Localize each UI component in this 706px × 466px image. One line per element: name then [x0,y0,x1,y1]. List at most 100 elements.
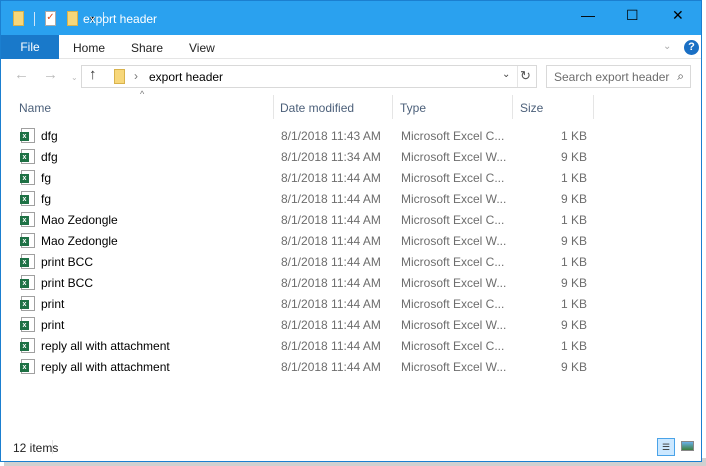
file-date: 8/1/2018 11:44 AM [281,213,381,227]
excel-csv-file-icon: x [20,296,35,311]
file-type: Microsoft Excel W... [401,150,507,164]
help-icon[interactable]: ? [684,40,699,55]
file-name: print [41,297,65,311]
tab-file[interactable]: File [1,35,59,59]
file-date: 8/1/2018 11:44 AM [281,234,381,248]
expand-ribbon-icon[interactable]: ⌄ [663,41,671,52]
excel-xlsx-file-icon: x [20,149,35,164]
file-size: 9 KB [560,192,587,206]
file-name: print BCC [41,276,94,290]
tab-view[interactable]: View [189,41,215,55]
excel-csv-file-icon: x [20,338,35,353]
details-view-button[interactable]: ☰ [657,438,675,456]
column-divider[interactable] [593,95,594,119]
file-row[interactable]: x fg 8/1/2018 11:44 AM Microsoft Excel C… [19,168,599,189]
column-header-type[interactable]: Type [400,101,426,115]
file-size: 9 KB [560,150,587,164]
file-name: dfg [41,150,58,164]
file-type: Microsoft Excel W... [401,192,507,206]
file-type: Microsoft Excel W... [401,234,507,248]
excel-xlsx-file-icon: x [20,191,35,206]
excel-csv-file-icon: x [20,128,35,143]
file-size: 9 KB [560,318,587,332]
properties-icon[interactable]: ✓ [45,11,56,26]
folder-icon [114,69,125,84]
file-type: Microsoft Excel W... [401,276,507,290]
new-folder-icon[interactable] [67,11,78,26]
column-divider[interactable] [392,95,393,119]
close-button[interactable]: ✕ [672,7,684,24]
file-row[interactable]: x print BCC 8/1/2018 11:44 AM Microsoft … [19,273,599,294]
window-title: export header [83,12,158,26]
sort-ascending-icon: ^ [140,89,145,99]
file-date: 8/1/2018 11:43 AM [281,129,381,143]
divider [34,12,35,26]
file-row[interactable]: x Mao Zedongle 8/1/2018 11:44 AM Microso… [19,231,599,252]
file-date: 8/1/2018 11:44 AM [281,297,381,311]
file-size: 9 KB [560,360,587,374]
file-name: fg [41,192,52,206]
file-row[interactable]: x dfg 8/1/2018 11:43 AM Microsoft Excel … [19,126,599,147]
file-row[interactable]: x reply all with attachment 8/1/2018 11:… [19,336,599,357]
file-name: fg [41,171,52,185]
file-type: Microsoft Excel C... [401,129,505,143]
file-type: Microsoft Excel C... [401,171,505,185]
column-header-size[interactable]: Size [520,101,543,115]
file-type: Microsoft Excel C... [401,339,505,353]
file-row[interactable]: x fg 8/1/2018 11:44 AM Microsoft Excel W… [19,189,599,210]
file-date: 8/1/2018 11:44 AM [281,276,381,290]
column-divider[interactable] [512,95,513,119]
file-type: Microsoft Excel C... [401,297,505,311]
file-row[interactable]: x print BCC 8/1/2018 11:44 AM Microsoft … [19,252,599,273]
file-type: Microsoft Excel C... [401,213,505,227]
file-date: 8/1/2018 11:44 AM [281,192,381,206]
file-row[interactable]: x print 8/1/2018 11:44 AM Microsoft Exce… [19,315,599,336]
back-button[interactable]: ← [14,66,29,83]
minimize-button[interactable]: — [581,7,595,23]
excel-xlsx-file-icon: x [20,317,35,332]
column-header-date[interactable]: Date modified [280,101,354,115]
refresh-icon[interactable]: ↻ [520,68,531,84]
ribbon: File Home Share View ⌄ ? [1,35,701,59]
file-size: 1 KB [560,213,587,227]
file-size: 9 KB [560,234,587,248]
file-date: 8/1/2018 11:44 AM [281,255,381,269]
column-divider[interactable] [273,95,274,119]
file-size: 1 KB [560,339,587,353]
file-size: 1 KB [560,255,587,269]
large-icons-view-button[interactable] [679,438,697,456]
file-row[interactable]: x dfg 8/1/2018 11:34 AM Microsoft Excel … [19,147,599,168]
file-name: print BCC [41,255,94,269]
address-dropdown-icon[interactable]: ⌄ [502,69,510,80]
maximize-button[interactable]: ☐ [626,7,639,24]
file-row[interactable]: x Mao Zedongle 8/1/2018 11:44 AM Microso… [19,210,599,231]
file-date: 8/1/2018 11:44 AM [281,171,381,185]
file-size: 1 KB [560,171,587,185]
file-date: 8/1/2018 11:44 AM [281,318,381,332]
file-row[interactable]: x print 8/1/2018 11:44 AM Microsoft Exce… [19,294,599,315]
file-name: reply all with attachment [41,339,170,353]
breadcrumb-item[interactable]: export header [149,70,223,84]
title-bar[interactable]: ✓ ▼ export header — ☐ ✕ [1,1,701,35]
file-size: 9 KB [560,276,587,290]
divider [517,66,518,87]
tab-share[interactable]: Share [131,41,163,55]
excel-xlsx-file-icon: x [20,359,35,374]
excel-csv-file-icon: x [20,170,35,185]
search-input[interactable]: Search export header ⌕ [546,65,691,88]
tab-home[interactable]: Home [73,41,105,55]
excel-csv-file-icon: x [20,212,35,227]
file-type: Microsoft Excel W... [401,318,507,332]
file-date: 8/1/2018 11:44 AM [281,360,381,374]
file-row[interactable]: x reply all with attachment 8/1/2018 11:… [19,357,599,378]
recent-locations-icon[interactable]: ⌄ [71,73,78,82]
address-bar[interactable]: › export header ⌄ ↻ [81,65,537,88]
breadcrumb-chevron-icon: › [134,69,138,83]
column-header-name[interactable]: Name [19,101,51,115]
file-name: reply all with attachment [41,360,170,374]
forward-button[interactable]: → [43,66,58,83]
excel-xlsx-file-icon: x [20,275,35,290]
file-name: Mao Zedongle [41,213,118,227]
excel-xlsx-file-icon: x [20,233,35,248]
excel-csv-file-icon: x [20,254,35,269]
